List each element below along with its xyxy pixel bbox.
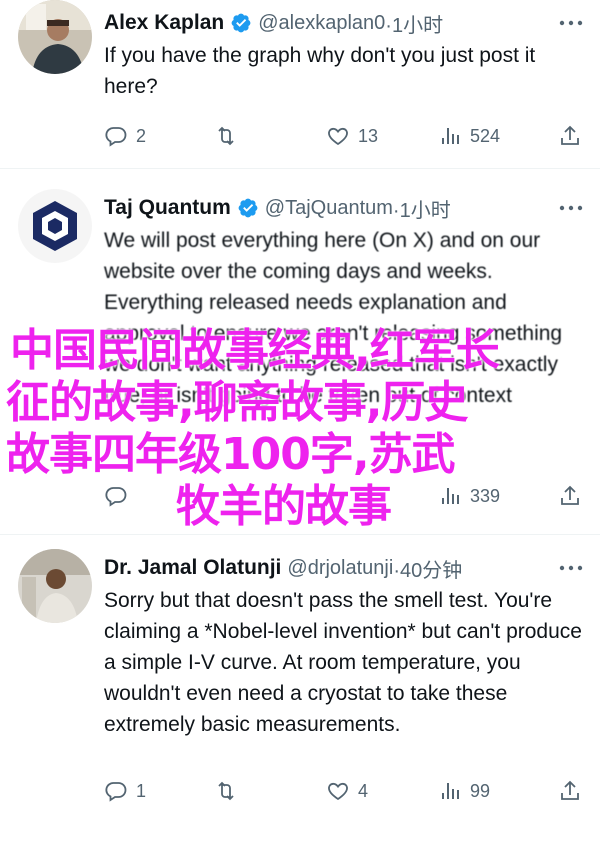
tweet-time[interactable]: ·1小时 bbox=[385, 9, 443, 38]
overlay-line: 牧羊的故事 bbox=[176, 481, 392, 532]
avatar[interactable] bbox=[18, 0, 92, 74]
views-icon bbox=[442, 488, 459, 504]
avatar-photo-icon bbox=[18, 549, 92, 623]
retweet-button[interactable] bbox=[214, 776, 246, 806]
views-button[interactable]: 524 bbox=[438, 121, 500, 151]
reply-button[interactable]: 1 bbox=[104, 776, 146, 806]
views-count: 524 bbox=[470, 125, 501, 146]
overlay-line: 中国民间故事经典,红军长 bbox=[10, 325, 500, 376]
reply-button[interactable]: 2 bbox=[104, 121, 146, 151]
reply-count: 1 bbox=[136, 780, 147, 801]
share-icon bbox=[561, 125, 579, 145]
divider bbox=[0, 168, 600, 169]
tweet-alex-kaplan[interactable]: Alex Kaplan @alexkaplan0 ·1小时 If you hav… bbox=[0, 0, 600, 168]
tweet-actions: 1 4 99 bbox=[104, 776, 584, 806]
views-icon bbox=[442, 783, 459, 799]
share-button[interactable] bbox=[558, 776, 582, 806]
tweet-actions: 2 13 524 bbox=[104, 121, 584, 151]
tweet-text: If you have the graph why don't you just… bbox=[104, 44, 536, 98]
like-icon bbox=[328, 782, 348, 801]
share-button[interactable] bbox=[558, 481, 582, 511]
like-icon bbox=[328, 127, 348, 146]
author-handle[interactable]: @drjolatunji bbox=[287, 557, 393, 580]
avatar-photo-icon bbox=[18, 0, 92, 74]
author-handle[interactable]: @TajQuantum bbox=[265, 197, 393, 220]
quantum-logo-icon bbox=[18, 189, 92, 263]
more-icon[interactable] bbox=[558, 203, 584, 213]
verified-badge-icon bbox=[231, 13, 251, 33]
divider bbox=[0, 534, 600, 535]
retweet-icon bbox=[218, 781, 234, 801]
more-icon[interactable] bbox=[558, 18, 584, 28]
reply-icon bbox=[105, 127, 127, 147]
avatar[interactable] bbox=[18, 189, 92, 263]
tweet-header: Alex Kaplan @alexkaplan0 ·1小时 bbox=[104, 8, 443, 38]
tweet-header: Dr. Jamal Olatunji @drjolatunji ·40分钟 bbox=[104, 553, 462, 583]
reply-button[interactable] bbox=[104, 481, 136, 511]
views-icon bbox=[442, 128, 459, 144]
avatar[interactable] bbox=[18, 549, 92, 623]
reply-icon bbox=[105, 782, 127, 802]
retweet-icon bbox=[218, 126, 234, 146]
author-name[interactable]: Alex Kaplan bbox=[104, 11, 224, 35]
more-icon[interactable] bbox=[558, 563, 584, 573]
author-handle[interactable]: @alexkaplan0 bbox=[258, 12, 385, 35]
tweet-text: Sorry but that doesn't pass the smell te… bbox=[104, 589, 582, 736]
views-button[interactable]: 99 bbox=[438, 776, 490, 806]
verified-badge-icon bbox=[238, 198, 258, 218]
like-count: 13 bbox=[358, 125, 379, 146]
tweet-jamal-olatunji[interactable]: Dr. Jamal Olatunji @drjolatunji ·40分钟 So… bbox=[0, 545, 600, 845]
tweet-header: Taj Quantum @TajQuantum ·1小时 bbox=[104, 193, 451, 223]
reply-icon bbox=[105, 487, 127, 507]
overlay-line: 故事四年级100字,苏武 bbox=[6, 429, 456, 480]
share-icon bbox=[561, 485, 579, 505]
reply-count: 2 bbox=[136, 125, 147, 146]
views-count: 99 bbox=[470, 780, 491, 801]
author-name[interactable]: Taj Quantum bbox=[104, 196, 231, 220]
author-name[interactable]: Dr. Jamal Olatunji bbox=[104, 556, 281, 580]
share-icon bbox=[561, 780, 579, 800]
overlay-line: 征的故事,聊斋故事,历史 bbox=[6, 377, 468, 428]
tweet-time[interactable]: ·40分钟 bbox=[393, 554, 462, 583]
views-button[interactable]: 339 bbox=[438, 481, 500, 511]
like-count: 4 bbox=[358, 780, 369, 801]
tweet-time[interactable]: ·1小时 bbox=[393, 194, 451, 223]
views-count: 339 bbox=[470, 485, 501, 506]
share-button[interactable] bbox=[558, 121, 582, 151]
like-button[interactable]: 13 bbox=[326, 121, 378, 151]
retweet-button[interactable] bbox=[214, 121, 246, 151]
like-button[interactable]: 4 bbox=[326, 776, 368, 806]
